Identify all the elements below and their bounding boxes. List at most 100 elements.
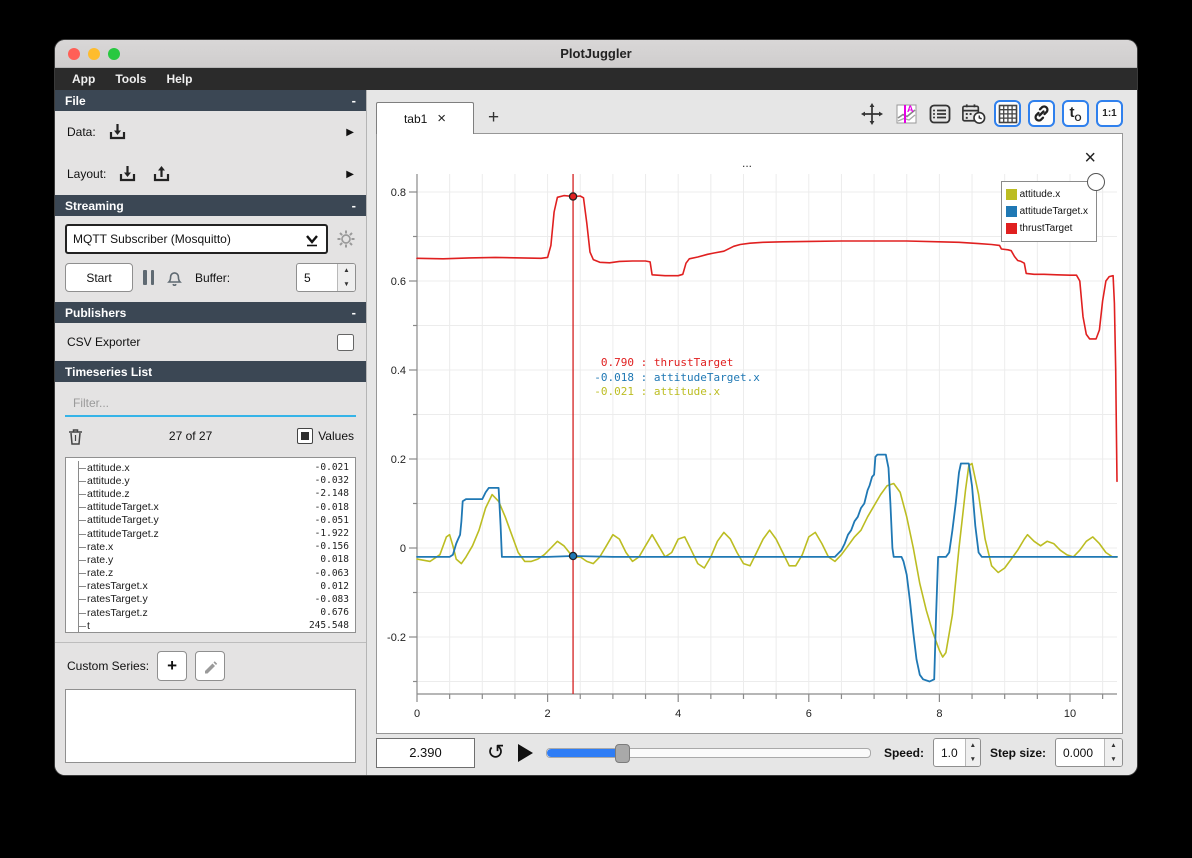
loop-icon[interactable]: ↺	[487, 742, 505, 763]
save-layout-icon[interactable]	[150, 163, 174, 185]
close-tab-icon[interactable]: ×	[437, 111, 446, 126]
spin-down-icon[interactable]: ▼	[966, 753, 980, 767]
csv-exporter-row: CSV Exporter	[55, 323, 366, 361]
layout-menu-arrow-icon[interactable]: ▶	[346, 169, 354, 180]
list-item[interactable]: rate.z -0.063	[74, 566, 349, 580]
svg-text:2: 2	[545, 708, 551, 720]
values-checkbox[interactable]	[297, 428, 314, 444]
bell-icon[interactable]	[164, 267, 185, 288]
move-icon[interactable]	[858, 100, 885, 127]
svg-text:10: 10	[1064, 708, 1076, 720]
spin-down-icon[interactable]: ▼	[338, 278, 355, 292]
time-slider[interactable]	[545, 743, 871, 763]
spin-down-icon[interactable]: ▼	[1105, 753, 1122, 767]
trash-icon[interactable]	[67, 427, 84, 446]
plot-title[interactable]: ...	[417, 156, 1077, 170]
spin-up-icon[interactable]: ▲	[338, 264, 355, 278]
window-title: PlotJuggler	[560, 46, 632, 61]
custom-series-label: Custom Series:	[67, 659, 150, 673]
spin-up-icon[interactable]: ▲	[1105, 739, 1122, 753]
csv-exporter-label: CSV Exporter	[67, 335, 141, 349]
link-axes-icon[interactable]	[1028, 100, 1055, 127]
streaming-source-select[interactable]: MQTT Subscriber (Mosquitto)	[65, 224, 328, 254]
svg-text:6: 6	[806, 708, 812, 720]
playback-bar: 2.390 ↺ Speed: 1.0 ▲ ▼ Step size: 0.000 ▲…	[367, 734, 1137, 775]
svg-text:0.2: 0.2	[391, 454, 406, 466]
menu-app[interactable]: App	[63, 72, 104, 86]
close-plot-icon[interactable]: ×	[1084, 148, 1096, 168]
legend-entry[interactable]: attitude.x	[1005, 186, 1088, 203]
section-header-file[interactable]: File -	[55, 90, 366, 111]
spin-up-icon[interactable]: ▲	[966, 739, 980, 753]
menu-help[interactable]: Help	[157, 72, 201, 86]
list-icon[interactable]	[926, 100, 953, 127]
tab-bar: tab1 × + A tO 1:1	[367, 90, 1137, 134]
add-tab-button[interactable]: +	[488, 107, 499, 129]
timeseries-count: 27 of 27	[168, 429, 213, 443]
legend-color-swatch	[1005, 206, 1017, 217]
grid-layout-icon[interactable]	[994, 100, 1021, 127]
legend-handle[interactable]	[1087, 173, 1105, 191]
svg-text:A: A	[907, 104, 914, 114]
layout-row: Layout: ▶	[55, 153, 366, 195]
list-item[interactable]: attitudeTarget.y -0.051	[74, 513, 349, 527]
legend-entry[interactable]: attitudeTarget.x	[1005, 203, 1088, 220]
filter-input[interactable]	[65, 391, 356, 417]
buffer-label: Buffer:	[195, 270, 231, 285]
play-button[interactable]	[517, 743, 533, 762]
list-item[interactable]: t 245.548	[74, 619, 349, 632]
list-item[interactable]: rate.y 0.018	[74, 553, 349, 567]
section-header-timeseries[interactable]: Timeseries List	[55, 361, 366, 382]
list-item[interactable]: thrustTarget0.79	[74, 632, 349, 633]
data-menu-arrow-icon[interactable]: ▶	[346, 127, 354, 138]
legend-color-swatch	[1005, 189, 1017, 200]
pause-icon[interactable]	[143, 270, 154, 285]
step-size-spinner[interactable]: 0.000 ▲ ▼	[1055, 738, 1123, 767]
csv-exporter-checkbox[interactable]	[337, 333, 354, 351]
chevron-down-icon	[306, 235, 318, 247]
plot-pane[interactable]: -0.2 0 0.2 0.4 0.6 0.8 0 2 4 6 8 10 ... × attitude.…	[376, 133, 1123, 734]
list-item[interactable]: attitudeTarget.x -0.018	[74, 500, 349, 514]
plot-legend[interactable]: attitude.x attitudeTarget.x thrustTarget	[1000, 173, 1105, 242]
list-item[interactable]: rate.x -0.156	[74, 540, 349, 554]
add-custom-series-button[interactable]: +	[157, 651, 188, 681]
time-offset-icon[interactable]: tO	[1062, 100, 1089, 127]
legend-entry[interactable]: thrustTarget	[1005, 220, 1088, 237]
list-item[interactable]: attitude.z -2.148	[74, 487, 349, 501]
list-item[interactable]: attitude.y -0.032	[74, 474, 349, 488]
load-layout-icon[interactable]	[116, 163, 140, 185]
edit-custom-series-button[interactable]	[195, 651, 226, 681]
collapse-icon[interactable]: -	[352, 93, 356, 108]
collapse-icon[interactable]: -	[352, 305, 356, 320]
ratio-1-1-icon[interactable]: 1:1	[1096, 100, 1123, 127]
data-label: Data:	[67, 125, 96, 139]
values-label: Values	[318, 429, 354, 443]
list-item[interactable]: attitude.x -0.021	[74, 461, 349, 475]
custom-series-list[interactable]	[65, 689, 356, 763]
menu-tools[interactable]: Tools	[106, 72, 155, 86]
svg-text:8: 8	[936, 708, 942, 720]
tab-tab1[interactable]: tab1 ×	[376, 102, 474, 134]
cursor-readout: 0.790 : thrustTarget -0.018 : attitudeTar…	[594, 356, 760, 398]
slider-handle[interactable]	[614, 743, 630, 763]
list-item[interactable]: attitudeTarget.z -1.922	[74, 526, 349, 541]
section-header-publishers[interactable]: Publishers -	[55, 302, 366, 323]
section-header-streaming[interactable]: Streaming -	[55, 195, 366, 216]
svg-text:-0.2: -0.2	[387, 632, 406, 644]
title-bar: PlotJuggler	[55, 40, 1137, 68]
collapse-icon[interactable]: -	[352, 198, 356, 213]
load-data-icon[interactable]	[106, 121, 130, 143]
datetime-icon[interactable]	[960, 100, 987, 127]
layout-label: Layout:	[67, 167, 107, 181]
list-item[interactable]: ratesTarget.z 0.676	[74, 606, 349, 620]
list-item[interactable]: ratesTarget.y -0.083	[74, 592, 349, 607]
buffer-spinner[interactable]: 5 ▲ ▼	[296, 263, 356, 292]
timeseries-list[interactable]: attitude.x -0.021 attitude.y -0.032 attitu…	[65, 457, 356, 633]
gear-icon[interactable]	[336, 229, 356, 249]
list-item[interactable]: ratesTarget.x 0.012	[74, 579, 349, 593]
speed-spinner[interactable]: 1.0 ▲ ▼	[932, 738, 981, 767]
current-time-field[interactable]: 2.390	[376, 737, 475, 768]
trigger-annotation-icon[interactable]: A	[892, 100, 919, 127]
start-button[interactable]: Start	[65, 263, 133, 292]
svg-text:0: 0	[400, 543, 406, 555]
